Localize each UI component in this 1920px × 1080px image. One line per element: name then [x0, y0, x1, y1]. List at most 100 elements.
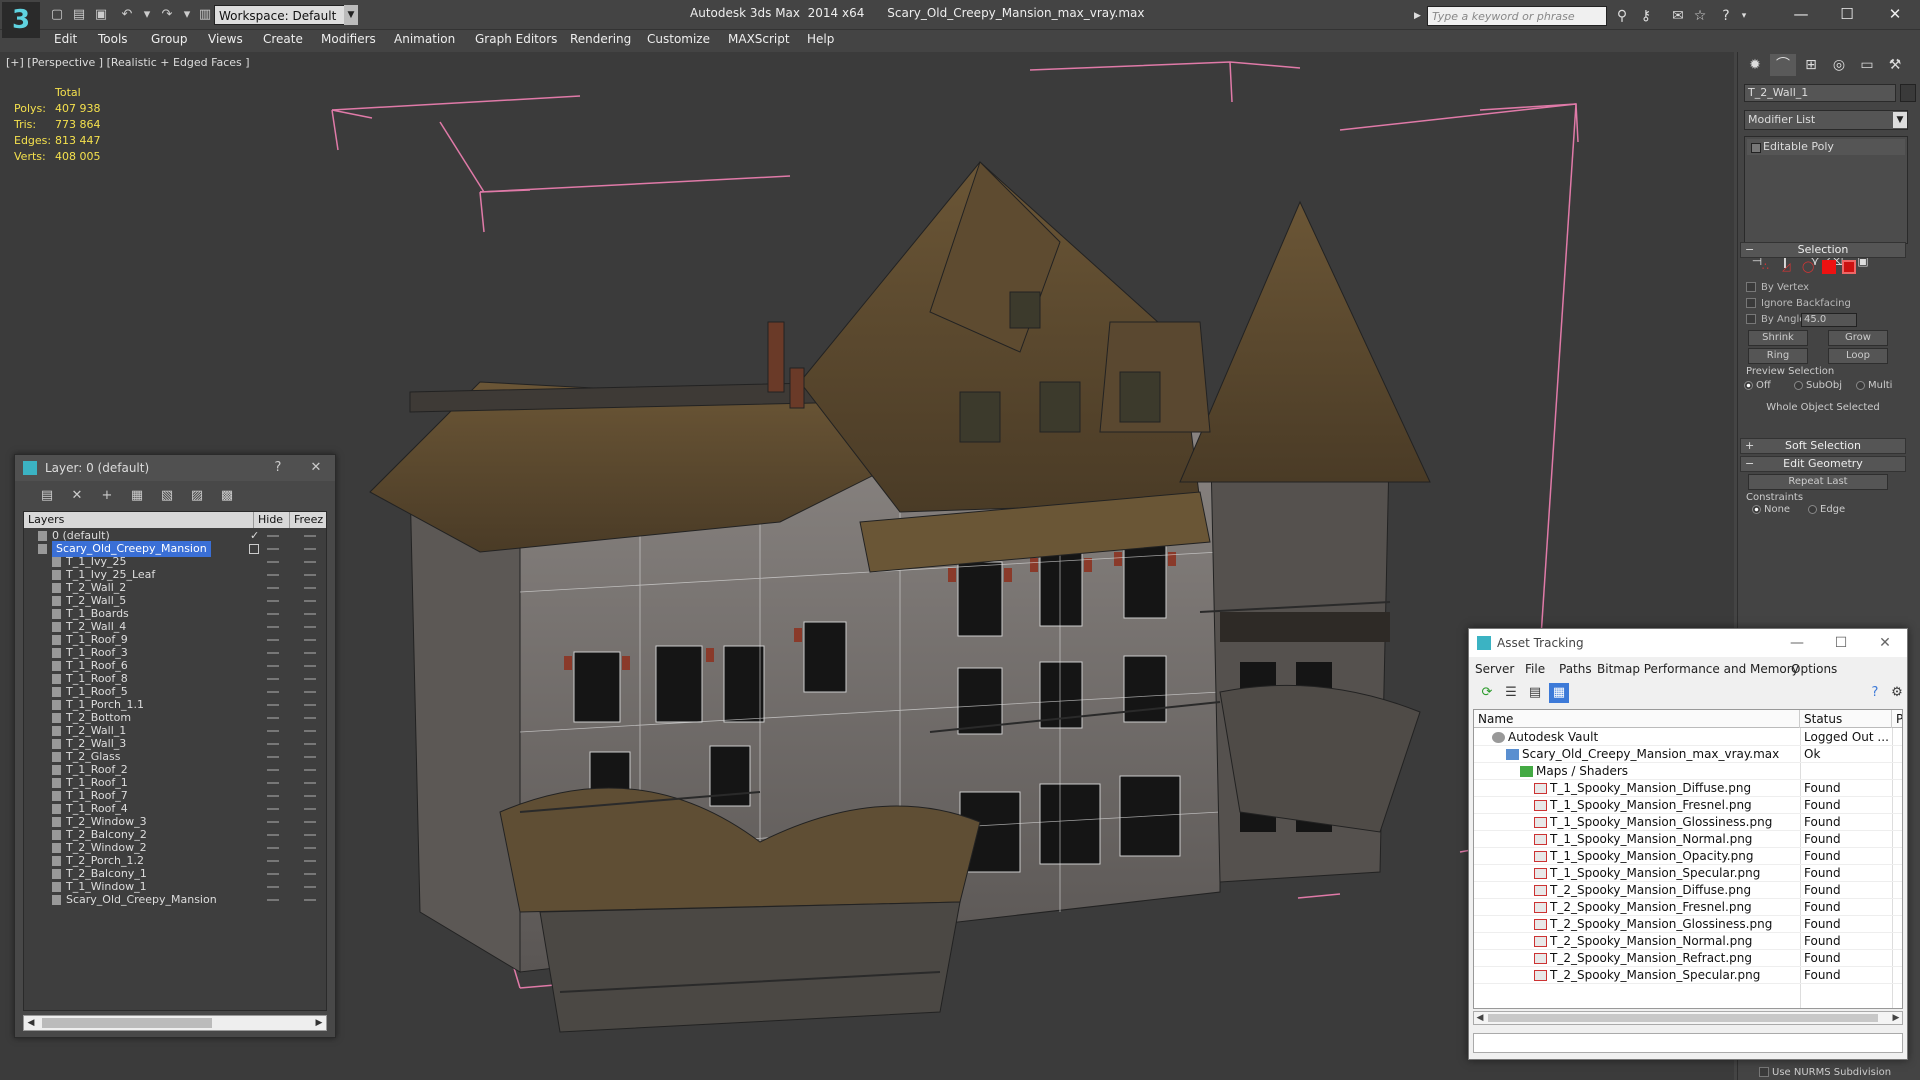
- binoculars-icon[interactable]: ⚲: [1612, 6, 1632, 26]
- asset-row[interactable]: Scary_Old_Creepy_Mansion_max_vray.max Ok: [1474, 746, 1902, 763]
- freeze-toggle[interactable]: [304, 613, 316, 615]
- display-tab-icon[interactable]: ▭: [1854, 54, 1880, 76]
- asset-row[interactable]: T_2_Spooky_Mansion_Normal.png Found: [1474, 933, 1902, 950]
- viewport-label[interactable]: [+] [Perspective ] [Realistic + Edged Fa…: [6, 56, 250, 69]
- hide-toggle[interactable]: [267, 639, 279, 641]
- help-icon[interactable]: ?: [1865, 683, 1885, 703]
- menu-tools[interactable]: Tools: [98, 32, 128, 46]
- hide-toggle[interactable]: [267, 873, 279, 875]
- asset-row[interactable]: T_1_Spooky_Mansion_Specular.png Found: [1474, 865, 1902, 882]
- asset-row[interactable]: T_1_Spooky_Mansion_Normal.png Found: [1474, 831, 1902, 848]
- hide-toggle[interactable]: [267, 587, 279, 589]
- freeze-toggle[interactable]: [304, 626, 316, 628]
- hide-toggle[interactable]: [267, 535, 279, 537]
- freeze-toggle[interactable]: [304, 847, 316, 849]
- modifier-list-select[interactable]: Modifier List: [1744, 110, 1908, 130]
- minimize-icon[interactable]: —: [1778, 0, 1824, 28]
- menu-edit[interactable]: Edit: [54, 32, 77, 46]
- hide-toggle[interactable]: [267, 548, 279, 550]
- maximize-icon[interactable]: ☐: [1824, 0, 1870, 28]
- freeze-toggle[interactable]: [304, 717, 316, 719]
- hide-toggle[interactable]: [267, 743, 279, 745]
- scroll-right-icon[interactable]: ▶: [312, 1016, 326, 1030]
- menu-rendering[interactable]: Rendering: [570, 32, 631, 46]
- hide-toggle[interactable]: [267, 704, 279, 706]
- help-dropdown-icon[interactable]: ▾: [1734, 6, 1754, 26]
- search-expand-icon[interactable]: ▶: [1414, 6, 1426, 26]
- menu-file[interactable]: File: [1525, 662, 1545, 676]
- constraint-none-radio[interactable]: None: [1752, 504, 1790, 515]
- column-name[interactable]: Name: [1474, 710, 1800, 728]
- preview-subobj-radio[interactable]: SubObj: [1794, 380, 1842, 391]
- edit-geometry-rollout-header[interactable]: − Edit Geometry: [1740, 456, 1906, 472]
- polygon-level-icon[interactable]: [1822, 260, 1836, 274]
- scroll-left-icon[interactable]: ◀: [24, 1016, 38, 1030]
- favorites-star-icon[interactable]: ☆: [1690, 6, 1710, 26]
- hide-toggle[interactable]: [267, 886, 279, 888]
- search-input[interactable]: Type a keyword or phrase: [1427, 6, 1607, 26]
- column-status[interactable]: Status: [1800, 710, 1892, 728]
- freeze-toggle[interactable]: [304, 873, 316, 875]
- menu-bitmap-performance[interactable]: Bitmap Performance and Memory: [1597, 662, 1799, 676]
- hide-toggle[interactable]: [267, 678, 279, 680]
- scroll-left-icon[interactable]: ◀: [1474, 1012, 1486, 1024]
- minimize-icon[interactable]: —: [1777, 629, 1817, 657]
- app-logo-icon[interactable]: 3: [2, 2, 40, 38]
- freeze-toggle[interactable]: [304, 691, 316, 693]
- menu-animation[interactable]: Animation: [394, 32, 455, 46]
- freeze-toggle[interactable]: [304, 743, 316, 745]
- hide-toggle[interactable]: [267, 665, 279, 667]
- asset-row[interactable]: T_2_Spooky_Mansion_Glossiness.png Found: [1474, 916, 1902, 933]
- hide-toggle[interactable]: [267, 600, 279, 602]
- asset-row[interactable]: T_2_Spooky_Mansion_Diffuse.png Found: [1474, 882, 1902, 899]
- maximize-icon[interactable]: ☐: [1821, 629, 1861, 657]
- menu-options[interactable]: Options: [1791, 662, 1837, 676]
- hide-toggle[interactable]: [267, 899, 279, 901]
- hide-toggle[interactable]: [267, 834, 279, 836]
- close-icon[interactable]: ✕: [1865, 629, 1905, 657]
- freeze-toggle[interactable]: [304, 639, 316, 641]
- asset-row[interactable]: T_1_Spooky_Mansion_Glossiness.png Found: [1474, 814, 1902, 831]
- list-view-icon[interactable]: ☰: [1501, 683, 1521, 703]
- help-icon[interactable]: ?: [267, 455, 289, 481]
- hierarchy-tab-icon[interactable]: ⊞: [1798, 54, 1824, 76]
- menu-paths[interactable]: Paths: [1559, 662, 1592, 676]
- chevron-down-icon[interactable]: ▼: [344, 5, 358, 25]
- freeze-toggle[interactable]: [304, 782, 316, 784]
- freeze-toggle[interactable]: [304, 535, 316, 537]
- freeze-toggle[interactable]: [304, 587, 316, 589]
- freeze-toggle[interactable]: [304, 678, 316, 680]
- project-folder-icon[interactable]: ▥: [196, 6, 214, 24]
- hide-toggle[interactable]: [267, 626, 279, 628]
- layer-row[interactable]: Scary_Old_Creepy_Mansion: [24, 892, 326, 908]
- menu-maxscript[interactable]: MAXScript: [728, 32, 790, 46]
- shrink-button[interactable]: Shrink: [1748, 330, 1808, 346]
- angle-spinner[interactable]: 45.0: [1801, 313, 1857, 327]
- freeze-toggle[interactable]: [304, 886, 316, 888]
- edge-level-icon[interactable]: ◿: [1782, 260, 1796, 274]
- refresh-icon[interactable]: ⟳: [1477, 683, 1497, 703]
- open-file-icon[interactable]: ▤: [70, 6, 88, 24]
- freeze-toggle[interactable]: [304, 756, 316, 758]
- close-icon[interactable]: ✕: [1872, 0, 1918, 28]
- new-file-icon[interactable]: ▢: [48, 6, 66, 24]
- object-color-swatch[interactable]: [1900, 84, 1916, 102]
- help-icon[interactable]: ?: [1716, 6, 1736, 26]
- freeze-toggle[interactable]: [304, 860, 316, 862]
- ring-button[interactable]: Ring: [1748, 348, 1808, 364]
- motion-tab-icon[interactable]: ◎: [1826, 54, 1852, 76]
- freeze-toggle[interactable]: [304, 548, 316, 550]
- undo-dropdown-icon[interactable]: ▾: [138, 6, 156, 24]
- hide-toggle[interactable]: [267, 613, 279, 615]
- soft-selection-rollout-header[interactable]: + Soft Selection: [1740, 438, 1906, 454]
- menu-customize[interactable]: Customize: [647, 32, 710, 46]
- asset-row[interactable]: T_2_Spooky_Mansion_Fresnel.png Found: [1474, 899, 1902, 916]
- element-level-icon[interactable]: [1842, 260, 1856, 274]
- select-in-layer-icon[interactable]: ▦: [127, 487, 147, 505]
- vertex-level-icon[interactable]: ∴: [1762, 260, 1776, 274]
- hide-toggle[interactable]: [267, 574, 279, 576]
- utilities-tab-icon[interactable]: ⚒: [1882, 54, 1908, 76]
- delete-layer-icon[interactable]: ✕: [67, 487, 87, 505]
- freeze-toggle[interactable]: [304, 769, 316, 771]
- selection-rollout-header[interactable]: − Selection: [1740, 242, 1906, 258]
